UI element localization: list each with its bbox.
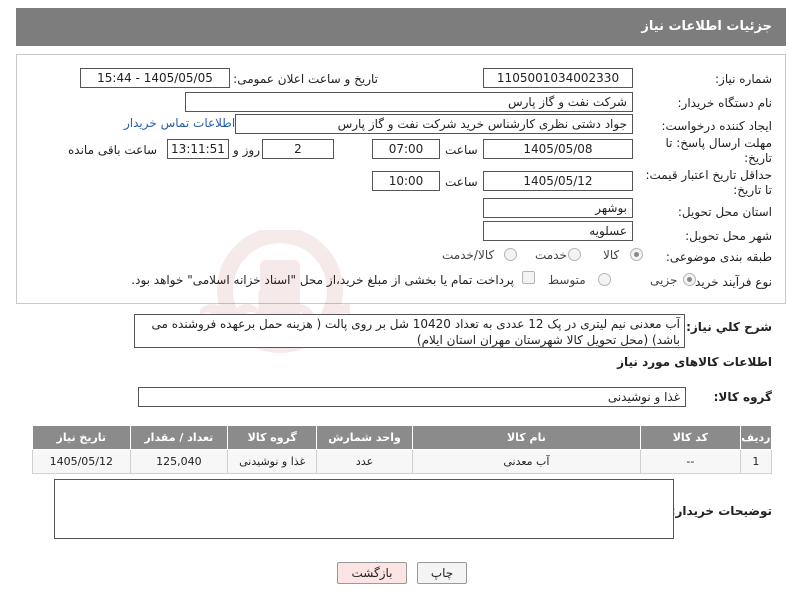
cell-row: 1 (739, 449, 773, 474)
col-quantity: تعداد / مقدار (129, 425, 229, 450)
goods-table: ردیف کد کالا نام کالا واحد شمارش گروه کا… (32, 425, 773, 474)
creator-label: ایجاد کننده درخواست: (661, 119, 772, 133)
cell-need-date: 1405/05/12 (32, 449, 131, 474)
page-title: جزئیات اطلاعات نیاز (641, 19, 772, 34)
category-goods-service-radio[interactable] (504, 248, 517, 261)
price-date-field: 1405/05/12 (483, 171, 633, 191)
col-code: کد کالا (640, 425, 741, 450)
buyer-notes-textarea[interactable] (54, 479, 674, 539)
print-button[interactable]: چاپ (417, 562, 467, 584)
reply-deadline-label: مهلت ارسال پاسخ: تا (665, 136, 772, 150)
col-row: ردیف (739, 425, 773, 450)
goods-info-title: اطلاعات کالاهای مورد نیاز (617, 355, 772, 369)
table-row: 1 -- آب معدنی عدد غذا و نوشیدنی 125,040 … (32, 449, 773, 474)
page-header: جزئیات اطلاعات نیاز (16, 8, 786, 46)
back-button[interactable]: بازگشت (337, 562, 407, 584)
description-label: شرح كلي نياز: (686, 320, 772, 334)
cell-code: -- (640, 449, 741, 474)
days-label: روز و (233, 143, 260, 157)
reply-deadline-label-date: تاریخ: (744, 151, 772, 165)
reply-date-field: 1405/05/08 (483, 139, 633, 159)
price-time-field: 10:00 (372, 171, 440, 191)
process-label: نوع فرآیند خرید : (687, 275, 772, 289)
category-service-label: خدمت (535, 248, 567, 262)
goods-group-field: غذا و نوشیدنی (138, 387, 686, 407)
cell-quantity: 125,040 (129, 449, 229, 474)
process-minor-label: جزیی (650, 273, 678, 287)
goods-group-label: گروه کالا: (713, 390, 772, 404)
treasury-payment-checkbox[interactable] (522, 271, 535, 284)
category-goods-radio[interactable] (630, 248, 643, 261)
need-number-field: 1105001034002330 (483, 68, 633, 88)
table-header-row: ردیف کد کالا نام کالا واحد شمارش گروه کا… (32, 425, 773, 450)
province-label: استان محل تحویل: (677, 205, 772, 219)
buyer-contact-link[interactable]: اطلاعات تماس خریدار (124, 116, 235, 130)
announce-datetime-label: تاریخ و ساعت اعلان عمومی: (233, 72, 378, 86)
remaining-time-field: 13:11:51 (167, 139, 229, 159)
days-count-field: 2 (262, 139, 334, 159)
reply-time-label: ساعت (445, 143, 478, 157)
col-unit: واحد شمارش (316, 425, 413, 450)
city-label: شهر محل تحویل: (685, 229, 772, 243)
reply-time-field: 07:00 (372, 139, 440, 159)
announce-datetime-field: 1405/05/05 - 15:44 (80, 68, 230, 88)
price-validity-label-date: تا تاریخ: (733, 183, 772, 197)
buyer-org-field: شرکت نفت و گاز پارس (185, 92, 633, 112)
process-minor-radio[interactable] (683, 273, 696, 286)
buyer-org-label: نام دستگاه خریدار: (677, 96, 773, 110)
buyer-notes-label: توضیحات خریدار: (670, 504, 772, 518)
treasury-payment-note: پرداخت تمام یا بخشی از مبلغ خرید،از محل … (131, 273, 514, 287)
price-validity-label: حداقل تاریخ اعتبار قیمت: (645, 168, 772, 182)
city-field: عسلویه (483, 221, 633, 241)
process-medium-label: متوسط (548, 273, 586, 287)
province-field: بوشهر (483, 198, 633, 218)
col-group: گروه کالا (227, 425, 318, 450)
creator-field: جواد دشتی نظری کارشناس خرید شرکت نفت و گ… (235, 114, 633, 134)
need-number-label: شماره نیاز: (715, 72, 772, 86)
cell-group: غذا و نوشیدنی (227, 449, 318, 474)
category-service-radio[interactable] (568, 248, 581, 261)
price-time-label: ساعت (445, 175, 478, 189)
category-goods-service-label: کالا/خدمت (442, 248, 495, 262)
category-label: طبقه بندی موضوعی: (665, 250, 772, 264)
col-need-date: تاریخ نیاز (32, 425, 131, 450)
cell-unit: عدد (316, 449, 413, 474)
description-textarea[interactable]: آب معدنی نیم لیتری در پک 12 عددی به تعدا… (134, 314, 685, 348)
cell-name: آب معدنی (411, 449, 642, 474)
col-name: نام کالا (411, 425, 642, 450)
process-medium-radio[interactable] (598, 273, 611, 286)
category-goods-label: کالا (603, 248, 620, 262)
remaining-time-label: ساعت باقی مانده (68, 143, 158, 157)
